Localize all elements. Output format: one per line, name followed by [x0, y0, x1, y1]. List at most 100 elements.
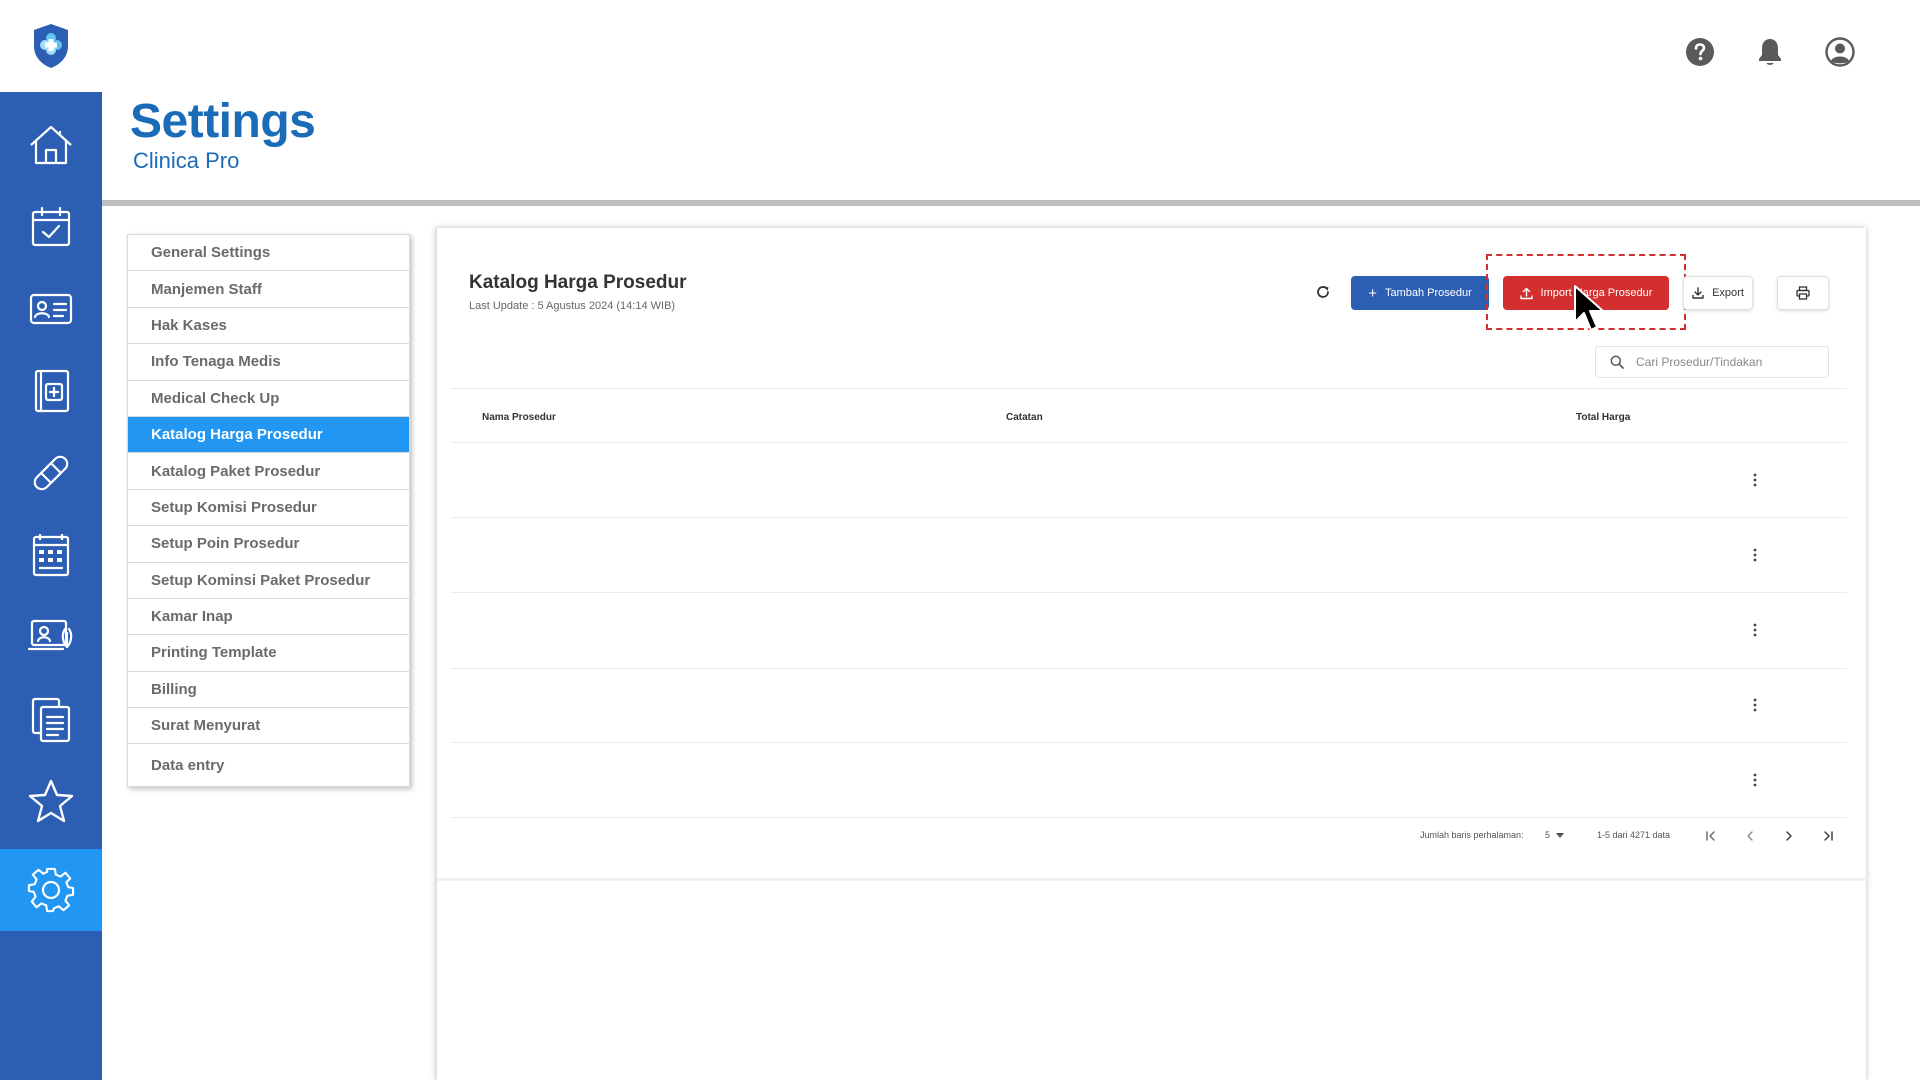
- last-page-button[interactable]: [1818, 826, 1838, 846]
- settings-menu: General Settings Manjemen Staff Hak Kase…: [127, 234, 410, 788]
- refresh-icon: [1317, 286, 1329, 298]
- bandage-icon: [33, 455, 69, 491]
- nav-reports[interactable]: [0, 678, 102, 760]
- notifications-button[interactable]: [1754, 36, 1786, 68]
- menu-item-printing-template[interactable]: Printing Template: [128, 635, 409, 672]
- table-row-divider: [451, 517, 1847, 518]
- nav-medical-records[interactable]: [0, 350, 102, 432]
- table-row-divider: [451, 592, 1847, 593]
- app-logo[interactable]: [0, 0, 102, 92]
- print-button[interactable]: [1777, 276, 1829, 310]
- page-title: Settings: [130, 95, 316, 148]
- profile-button[interactable]: [1824, 36, 1856, 68]
- home-icon: [30, 125, 72, 165]
- gear-icon: [27, 867, 75, 913]
- card-section-divider: [437, 878, 1867, 881]
- catalog-card: Katalog Harga Prosedur Last Update : 5 A…: [436, 228, 1867, 1080]
- first-page-button[interactable]: [1701, 826, 1721, 846]
- table-row-divider: [451, 742, 1847, 743]
- page-subtitle: Clinica Pro: [133, 148, 240, 173]
- more-vertical-icon: [1753, 548, 1757, 562]
- first-page-icon: [1706, 831, 1715, 841]
- menu-item-info-tenaga-medis[interactable]: Info Tenaga Medis: [128, 344, 409, 381]
- search-input[interactable]: [1636, 355, 1806, 369]
- nav-settings[interactable]: [0, 849, 102, 931]
- user-avatar-icon: [1825, 37, 1855, 67]
- table-top-divider: [451, 388, 1847, 389]
- menu-item-kamar-inap[interactable]: Kamar Inap: [128, 599, 409, 636]
- refresh-button[interactable]: [1311, 280, 1335, 304]
- download-icon: [1692, 287, 1704, 299]
- next-page-button[interactable]: [1779, 826, 1799, 846]
- rows-per-page-select[interactable]: 5: [1545, 830, 1565, 840]
- menu-item-general-settings[interactable]: General Settings: [128, 235, 409, 272]
- search-box[interactable]: [1595, 346, 1829, 378]
- nav-patients[interactable]: [0, 268, 102, 350]
- medical-record-icon: [34, 369, 70, 413]
- column-header-nama-prosedur: Nama Prosedur: [482, 412, 556, 423]
- more-vertical-icon: [1753, 773, 1757, 787]
- nav-home[interactable]: [0, 104, 102, 186]
- help-icon: [1686, 38, 1714, 66]
- row-actions-menu[interactable]: [1747, 620, 1763, 640]
- rows-per-page-value: 5: [1545, 830, 1551, 840]
- column-header-total-harga: Total Harga: [1576, 412, 1631, 423]
- printer-icon: [1796, 286, 1810, 300]
- row-actions-menu[interactable]: [1747, 470, 1763, 490]
- table-header-divider: [451, 442, 1847, 443]
- row-actions-menu[interactable]: [1747, 695, 1763, 715]
- menu-item-setup-kominsi-paket-prosedur[interactable]: Setup Kominsi Paket Prosedur: [128, 563, 409, 599]
- patient-card-icon: [29, 293, 73, 325]
- more-vertical-icon: [1753, 698, 1757, 712]
- menu-item-setup-poin-prosedur[interactable]: Setup Poin Prosedur: [128, 526, 409, 563]
- column-header-catatan: Catatan: [1006, 412, 1043, 423]
- bell-icon: [1759, 39, 1781, 65]
- shield-logo-icon: [34, 24, 68, 68]
- header-divider: [102, 200, 1920, 206]
- menu-item-medical-check-up[interactable]: Medical Check Up: [128, 381, 409, 417]
- calendar-check-icon: [31, 206, 71, 247]
- export-label: Export: [1712, 287, 1744, 299]
- nav-appointments[interactable]: [0, 186, 102, 268]
- telemedicine-icon: [27, 619, 73, 651]
- menu-item-data-entry[interactable]: Data entry: [128, 744, 409, 786]
- sidebar: [0, 0, 102, 1080]
- row-actions-menu[interactable]: [1747, 545, 1763, 565]
- card-title: Katalog Harga Prosedur: [469, 272, 687, 293]
- menu-item-surat-menyurat[interactable]: Surat Menyurat: [128, 708, 409, 745]
- menu-item-hak-kases[interactable]: Hak Kases: [128, 308, 409, 345]
- table-row-divider: [451, 668, 1847, 669]
- caret-down-icon: [1556, 832, 1565, 838]
- export-button[interactable]: Export: [1683, 276, 1753, 310]
- chevron-left-icon: [1747, 831, 1753, 841]
- last-update-text: Last Update : 5 Agustus 2024 (14:14 WIB): [469, 300, 676, 312]
- nav-favorites[interactable]: [0, 760, 102, 842]
- last-page-icon: [1824, 831, 1833, 841]
- row-actions-menu[interactable]: [1747, 770, 1763, 790]
- nav-treatments[interactable]: [0, 432, 102, 514]
- table-row-divider: [451, 817, 1847, 818]
- add-procedure-label: Tambah Prosedur: [1384, 287, 1472, 299]
- nav-schedule[interactable]: [0, 514, 102, 596]
- pagination-range: 1-5 dari 4271 data: [1597, 830, 1671, 840]
- chevron-right-icon: [1786, 831, 1792, 841]
- search-icon: [1610, 355, 1624, 369]
- add-procedure-button[interactable]: + Tambah Prosedur: [1351, 276, 1489, 310]
- menu-item-manjemen-staff[interactable]: Manjemen Staff: [128, 271, 409, 308]
- plus-icon: +: [1368, 284, 1377, 302]
- mouse-cursor-icon: [1574, 285, 1604, 331]
- menu-item-katalog-harga-prosedur[interactable]: Katalog Harga Prosedur: [128, 416, 409, 454]
- nav-telemedicine[interactable]: [0, 596, 102, 678]
- help-button[interactable]: [1684, 36, 1716, 68]
- menu-item-setup-komisi-prosedur[interactable]: Setup Komisi Prosedur: [128, 490, 409, 527]
- more-vertical-icon: [1753, 623, 1757, 637]
- clipboard-documents-icon: [31, 697, 71, 743]
- rows-per-page-label: Jumlah baris perhalaman:: [1420, 830, 1524, 840]
- previous-page-button[interactable]: [1740, 826, 1760, 846]
- upload-icon: [1519, 287, 1533, 299]
- menu-item-billing[interactable]: Billing: [128, 672, 409, 709]
- star-icon: [28, 779, 74, 823]
- schedule-calendar-icon: [32, 534, 70, 577]
- header-actions: [1684, 36, 1856, 68]
- menu-item-katalog-paket-prosedur[interactable]: Katalog Paket Prosedur: [128, 453, 409, 490]
